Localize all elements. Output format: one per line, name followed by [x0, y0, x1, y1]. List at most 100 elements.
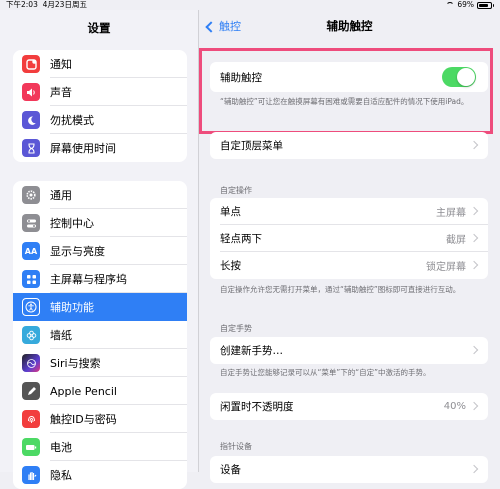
sidebar-item-label: 主屏幕与程序坞 — [50, 273, 127, 286]
assistive-touch-toggle[interactable] — [442, 67, 476, 87]
action-row-double-tap[interactable]: 轻点两下 截屏 — [210, 225, 488, 252]
sidebar-group-2: 通用 控制中心 AA 显示与亮度 主屏幕与程序坞 辅助功能 墙纸 Siri与搜索… — [13, 181, 187, 489]
flower-icon — [22, 326, 40, 344]
sidebar-item-sound[interactable]: 声音 — [13, 78, 187, 106]
sidebar-item-control-center[interactable]: 控制中心 — [13, 209, 187, 237]
action-label: 长按 — [220, 260, 241, 272]
assistive-touch-label: 辅助触控 — [220, 71, 262, 84]
fingerprint-icon — [22, 410, 40, 428]
toggle-knob — [457, 68, 475, 86]
pencil-icon — [22, 382, 40, 400]
action-row-single-tap[interactable]: 单点 主屏幕 — [210, 198, 488, 225]
chevron-right-icon — [469, 401, 479, 411]
create-gesture-row[interactable]: 创建新手势… — [210, 337, 488, 364]
sidebar-item-notifications[interactable]: 通知 — [13, 50, 187, 78]
wifi-icon — [446, 2, 455, 8]
siri-icon — [22, 354, 40, 372]
sidebar-item-display[interactable]: AA 显示与亮度 — [13, 237, 187, 265]
sidebar-item-label: 隐私 — [50, 469, 72, 482]
sidebar-item-label: 声音 — [50, 86, 72, 99]
chevron-right-icon — [469, 140, 479, 150]
devices-row[interactable]: 设备 — [210, 456, 488, 483]
sidebar-item-dnd[interactable]: 勿扰模式 — [13, 106, 187, 134]
chevron-right-icon — [469, 206, 479, 216]
sidebar-item-label: 电池 — [50, 441, 72, 454]
hourglass-icon — [22, 139, 40, 157]
hand-icon — [22, 466, 40, 484]
chevron-right-icon — [469, 260, 479, 270]
status-time: 下午2:03 — [6, 0, 38, 9]
gear-icon — [22, 186, 40, 204]
sidebar-item-label: Apple Pencil — [50, 384, 117, 398]
custom-gestures-footer: 自定手势让您能够记录可以从“菜单”下的“自定”中激活的手势。 — [220, 368, 431, 377]
idle-opacity-group: 闲置时不透明度 40% — [210, 393, 488, 420]
sidebar-item-accessibility[interactable]: 辅助功能 — [13, 293, 187, 321]
action-value: 主屏幕 — [436, 208, 466, 219]
custom-actions-footer: 自定操作允许您无需打开菜单，通过“辅助触控”图标即可直接进行互动。 — [220, 285, 461, 294]
sidebar-item-home-screen[interactable]: 主屏幕与程序坞 — [13, 265, 187, 293]
detail-pane: 触控 辅助触控 辅助触控 “辅助触控”可让您在触摸屏幕有困难或需要自适应配件的情… — [199, 10, 500, 483]
idle-opacity-row[interactable]: 闲置时不透明度 40% — [210, 393, 488, 420]
accessibility-icon — [22, 298, 40, 316]
status-time-date: 下午2:03 4月23日周五 — [6, 0, 87, 10]
status-date: 4月23日周五 — [42, 0, 87, 9]
battery-icon — [22, 438, 40, 456]
sidebar-item-general[interactable]: 通用 — [13, 181, 187, 209]
custom-actions-group: 单点 主屏幕 轻点两下 截屏 长按 锁定屏幕 — [210, 198, 488, 279]
top-menu-group: 自定顶层菜单 — [210, 132, 488, 159]
sidebar-item-label: 通知 — [50, 58, 72, 71]
sidebar-item-label: 控制中心 — [50, 217, 94, 230]
sidebar-item-label: 勿扰模式 — [50, 114, 94, 127]
battery-percent: 69% — [457, 0, 474, 9]
switches-icon — [22, 214, 40, 232]
sidebar-item-label: 墙纸 — [50, 329, 72, 342]
sidebar-item-label: 显示与亮度 — [50, 245, 105, 258]
nav-bar: 触控 辅助触控 — [199, 10, 500, 42]
action-value: 截屏 — [446, 235, 466, 246]
display-icon: AA — [22, 242, 40, 260]
action-row-long-press[interactable]: 长按 锁定屏幕 — [210, 252, 488, 279]
chevron-right-icon — [469, 233, 479, 243]
sidebar-item-apple-pencil[interactable]: Apple Pencil — [13, 377, 187, 405]
status-bar: 下午2:03 4月23日周五 69% — [0, 0, 500, 10]
custom-actions-header: 自定操作 — [220, 186, 252, 195]
idle-opacity-value: 40% — [443, 401, 466, 412]
sidebar-item-label: Siri与搜索 — [50, 357, 101, 370]
sidebar-item-siri[interactable]: Siri与搜索 — [13, 349, 187, 377]
chevron-right-icon — [469, 345, 479, 355]
assistive-touch-footer: “辅助触控”可让您在触摸屏幕有困难或需要自适应配件的情况下使用iPad。 — [220, 97, 469, 106]
sidebar-item-label: 触控ID与密码 — [50, 413, 117, 426]
status-right: 69% — [446, 0, 494, 10]
pointer-devices-group: 设备 — [210, 456, 488, 483]
grid-icon — [22, 270, 40, 288]
sidebar-item-screen-time[interactable]: 屏幕使用时间 — [13, 134, 187, 162]
moon-icon — [22, 111, 40, 129]
sidebar-item-battery[interactable]: 电池 — [13, 433, 187, 461]
notification-icon — [22, 55, 40, 73]
devices-label: 设备 — [220, 464, 241, 476]
page-title: 辅助触控 — [326, 19, 373, 33]
action-label: 单点 — [220, 206, 241, 218]
battery-icon — [477, 1, 494, 9]
sidebar-item-touch-id[interactable]: 触控ID与密码 — [13, 405, 187, 433]
sidebar-item-privacy[interactable]: 隐私 — [13, 461, 187, 489]
custom-gestures-group: 创建新手势… — [210, 337, 488, 364]
action-value: 锁定屏幕 — [426, 262, 466, 273]
assistive-touch-group: 辅助触控 — [210, 62, 488, 92]
custom-top-menu-label: 自定顶层菜单 — [220, 140, 283, 152]
sidebar-group-1: 通知 声音 勿扰模式 屏幕使用时间 — [13, 50, 187, 162]
sidebar-title: 设置 — [87, 21, 111, 35]
settings-sidebar: 设置 通知 声音 勿扰模式 屏幕使用时间 通用 控制中心 AA 显示与亮度 主屏… — [0, 10, 199, 489]
custom-top-menu-row[interactable]: 自定顶层菜单 — [210, 132, 488, 159]
assistive-touch-row: 辅助触控 — [210, 62, 488, 92]
sidebar-item-wallpaper[interactable]: 墙纸 — [13, 321, 187, 349]
sidebar-item-label: 辅助功能 — [50, 301, 94, 314]
sound-icon — [22, 83, 40, 101]
action-label: 轻点两下 — [220, 233, 262, 245]
custom-gestures-header: 自定手势 — [220, 324, 252, 333]
sidebar-item-label: 屏幕使用时间 — [50, 142, 116, 155]
pointer-devices-header: 指针设备 — [220, 442, 252, 451]
idle-opacity-label: 闲置时不透明度 — [220, 401, 294, 413]
create-gesture-label: 创建新手势… — [220, 345, 283, 357]
sidebar-item-label: 通用 — [50, 189, 72, 202]
